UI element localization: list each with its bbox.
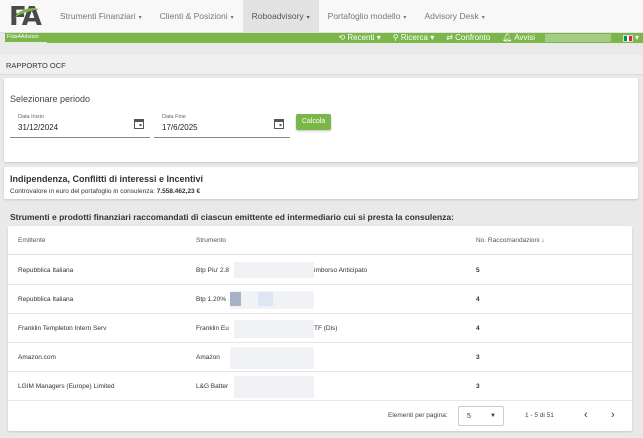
cell-emittente: Franklin Templeton Intern Serv (18, 325, 107, 332)
independence-card: Indipendenza, Conflitti di interessi e I… (4, 167, 638, 199)
italy-flag-icon[interactable] (622, 34, 633, 42)
cell-strumento-tail: imborso Anticipato (314, 267, 368, 274)
history-icon: ⟲ (338, 33, 346, 42)
redacted-area (234, 376, 314, 398)
calcola-button[interactable]: Calcola (296, 114, 331, 130)
user-menu[interactable] (544, 34, 611, 42)
independence-heading: Indipendenza, Conflitti di interessi e I… (10, 174, 204, 184)
portfolio-value-amount: 7.558.462,23 € (156, 188, 201, 195)
search-icon: ⚲ (392, 33, 399, 42)
header-strumento[interactable]: Strumento (196, 237, 226, 244)
table-row[interactable]: Franklin Templeton Intern Serv Franklin … (8, 314, 632, 343)
header-raccomandazioni-label: No. Raccomandazioni (476, 237, 540, 244)
avvisi-label: Avvisi (514, 33, 535, 42)
portfolio-value-label: Controvalore in euro del portafoglio in … (10, 188, 155, 195)
table-row[interactable]: Repubblica Italiana Btp 1.20% 4 (8, 285, 632, 314)
cell-count: 3 (476, 354, 480, 361)
recenti-label: Recenti (347, 33, 375, 42)
cell-emittente: Repubblica Italiana (18, 267, 74, 274)
menu-label: Strumenti Finanziari (60, 11, 136, 21)
redacted-area (230, 347, 314, 369)
cell-count: 3 (476, 383, 480, 390)
confronto-link[interactable]: ⇄ Confronto (446, 33, 490, 43)
page-range: 1 - 5 di 51 (525, 412, 554, 419)
menu-advisory-desk[interactable]: Advisory Desk ▾ (415, 0, 493, 33)
calendar-icon[interactable] (134, 118, 144, 129)
table-row[interactable]: Amazon.com Amazon 3 (8, 343, 632, 372)
avvisi-link[interactable]: 🔔︎ Avvisi (502, 33, 535, 43)
cell-emittente: Amazon.com (18, 354, 56, 361)
start-date-label: Data Inizio (18, 114, 44, 120)
previous-page-icon[interactable]: ‹ (584, 409, 588, 421)
page-size-select[interactable]: 5 ▼ (458, 406, 504, 426)
caret-down-icon: ▼ (490, 413, 496, 419)
main-menu: Strumenti Finanziari ▾ Clienti & Posizion… (51, 0, 494, 33)
recommendations-table: Emittente Strumento No. Raccomandazioni … (8, 226, 632, 431)
redacted-area (234, 262, 314, 278)
menu-roboadvisory[interactable]: Roboadvisory ▾ (242, 0, 319, 33)
redacted-area (258, 292, 273, 306)
period-title: Selezionare periodo (10, 94, 91, 104)
menu-label: Portafoglio modello (327, 11, 401, 21)
table-row[interactable]: LGIM Managers (Europe) Limited L&G Batte… (8, 372, 632, 401)
page-title: RAPPORTO OCF (6, 61, 66, 70)
logo-tagline: Fida4Advisor (5, 33, 49, 42)
portfolio-value-text: Controvalore in euro del portafoglio in … (10, 188, 200, 195)
header-raccomandazioni[interactable]: No. Raccomandazioni ↓ (476, 237, 545, 244)
sub-navbar: ⟲ Recenti ▾ ⚲ Ricerca ▾ ⇄ Confronto 🔔︎ A… (47, 33, 643, 43)
cell-emittente: LGIM Managers (Europe) Limited (18, 383, 115, 390)
start-date-value[interactable]: 31/12/2024 (18, 123, 58, 132)
table-row[interactable]: Repubblica Italiana Btp Piu' 2.8 imborso… (8, 256, 632, 285)
cell-strumento: Amazon (196, 354, 220, 361)
header-emittente[interactable]: Emittente (18, 237, 45, 244)
redacted-area (230, 292, 241, 306)
ricerca-menu[interactable]: ⚲ Ricerca ▾ (393, 33, 434, 43)
menu-strumenti-finanziari[interactable]: Strumenti Finanziari ▾ (51, 0, 151, 33)
period-card: Selezionare periodo Data Inizio 31/12/20… (4, 78, 638, 162)
caret-down-icon: ▾ (230, 15, 234, 21)
confronto-label: Confronto (455, 33, 491, 42)
end-date-label: Data Fine (162, 114, 186, 120)
caret-down-icon: ▾ (481, 15, 485, 21)
menu-portafoglio-modello[interactable]: Portafoglio modello ▾ (319, 0, 416, 33)
next-page-icon[interactable]: › (611, 409, 615, 421)
page-size-value: 5 (467, 413, 471, 420)
cell-strumento: Franklin Eu (196, 325, 229, 332)
menu-label: Advisory Desk (424, 11, 479, 21)
sort-down-arrow-icon: ↓ (541, 237, 545, 244)
language-caret-icon[interactable]: ▾ (635, 33, 639, 43)
menu-label: Roboadvisory (251, 11, 304, 21)
start-date-field[interactable]: Data Inizio 31/12/2024 (10, 114, 150, 138)
end-date-value[interactable]: 17/6/2025 (162, 123, 198, 132)
compare-icon: ⇄ (446, 33, 453, 42)
page-header: RAPPORTO OCF (0, 55, 643, 75)
caret-down-icon: ▾ (138, 15, 142, 21)
table-header: Emittente Strumento No. Raccomandazioni … (8, 226, 632, 255)
cell-emittente: Repubblica Italiana (18, 296, 74, 303)
recenti-menu[interactable]: ⟲ Recenti ▾ (338, 33, 380, 43)
cell-strumento: L&G Batter (196, 383, 229, 390)
cell-count: 5 (476, 267, 480, 274)
top-navbar: FA Fida4Advisor Strumenti Finanziari ▾ Cl… (0, 0, 643, 42)
cell-strumento-tail: TF (Dis) (314, 325, 338, 332)
calendar-icon[interactable] (274, 118, 284, 129)
cell-strumento: Btp 1.20% (196, 296, 226, 303)
redacted-area (234, 320, 314, 338)
cell-count: 4 (476, 325, 480, 332)
paginator: Elementi per pagina: 5 ▼ 1 - 5 di 51 ‹ › (8, 402, 632, 431)
end-date-field[interactable]: Data Fine 17/6/2025 (154, 114, 290, 138)
ricerca-label: Ricerca (400, 33, 428, 42)
fida-logo[interactable]: FA Fida4Advisor (5, 2, 49, 42)
bell-icon: 🔔︎ (502, 33, 513, 42)
page-size-label: Elementi per pagina: (388, 412, 448, 419)
menu-label: Clienti & Posizioni (159, 11, 228, 21)
caret-down-icon: ▾ (306, 15, 310, 21)
cell-count: 4 (476, 296, 480, 303)
cell-strumento: Btp Piu' 2.8 (196, 267, 230, 274)
section-title: Strumenti e prodotti finanziari raccoman… (10, 212, 454, 222)
caret-down-icon: ▾ (403, 15, 407, 21)
menu-clienti-posizioni[interactable]: Clienti & Posizioni ▾ (151, 0, 243, 33)
